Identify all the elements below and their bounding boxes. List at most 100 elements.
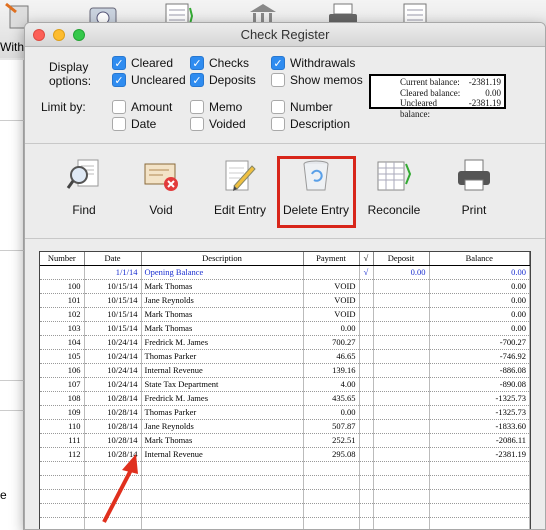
table-row[interactable]: 101 10/15/14 Jane Reynolds VOID 0.00 — [40, 293, 530, 308]
cell-cleared — [359, 447, 374, 462]
table-row[interactable]: 105 10/24/14 Thomas Parker 46.65 -746.92 — [40, 349, 530, 364]
column-date[interactable]: Date — [84, 252, 142, 266]
cell-deposit — [373, 447, 430, 462]
cell-cleared — [359, 363, 374, 378]
cell-payment: VOID — [303, 293, 360, 308]
cell-balance: 0.00 — [429, 293, 530, 308]
checkbox-withdrawals[interactable]: ✓ Withdrawals — [271, 56, 355, 70]
cell-number: 104 — [40, 335, 85, 350]
table-row[interactable]: 110 10/28/14 Jane Reynolds 507.87 -1833.60 — [40, 419, 530, 434]
cell-cleared — [359, 279, 374, 294]
cell-description: Fredrick M. James — [141, 335, 304, 350]
ledger-header: Number Date Description Payment √ Deposi… — [40, 252, 530, 266]
cell-deposit — [373, 489, 430, 504]
cell-date: 1/1/14 — [84, 265, 142, 280]
cell-number: 101 — [40, 293, 85, 308]
cell-number: 107 — [40, 377, 85, 392]
column-description[interactable]: Description — [141, 252, 304, 266]
cell-cleared — [359, 503, 374, 518]
cell-description: State Tax Department — [141, 377, 304, 392]
current-balance-label: Current balance: — [400, 77, 460, 87]
background-bottom-label: e — [0, 488, 7, 502]
cell-number — [40, 517, 85, 529]
cell-balance — [429, 489, 530, 504]
table-row[interactable]: 1/1/14 Opening Balance √ 0.00 0.00 — [40, 265, 530, 280]
table-row[interactable]: 108 10/28/14 Fredrick M. James 435.65 -1325.… — [40, 391, 530, 406]
checkbox-amount[interactable]: Amount — [112, 100, 172, 114]
cell-cleared — [359, 391, 374, 406]
edit-entry-button[interactable]: Edit Entry — [205, 158, 275, 226]
cell-payment — [303, 517, 360, 529]
display-options-label: Display options: — [49, 60, 92, 88]
void-button[interactable]: Void — [126, 158, 196, 226]
cell-balance: -2381.19 — [429, 447, 530, 462]
red-arrow-annotation — [102, 454, 138, 523]
cell-date: 10/24/14 — [84, 335, 142, 350]
cell-description — [141, 461, 304, 476]
column-payment[interactable]: Payment — [303, 252, 360, 266]
checkbox-memo[interactable]: Memo — [190, 100, 242, 114]
cell-cleared — [359, 377, 374, 392]
cell-payment: 507.87 — [303, 419, 360, 434]
cell-deposit: 0.00 — [373, 265, 430, 280]
uncleared-balance-value: -2381.19 — [468, 98, 501, 108]
table-row[interactable]: 102 10/15/14 Mark Thomas VOID 0.00 — [40, 307, 530, 322]
cell-deposit — [373, 307, 430, 322]
printer-icon — [458, 159, 490, 191]
cell-date: 10/28/14 — [84, 391, 142, 406]
cell-number — [40, 461, 85, 476]
table-row[interactable]: 111 10/28/14 Mark Thomas 252.51 -2086.11 — [40, 433, 530, 448]
cell-payment: 0.00 — [303, 321, 360, 336]
checkbox-date[interactable]: Date — [112, 117, 156, 131]
cell-cleared — [359, 321, 374, 336]
cell-balance — [429, 461, 530, 476]
cell-payment — [303, 489, 360, 504]
find-button[interactable]: Find — [49, 158, 119, 226]
cell-description — [141, 475, 304, 490]
table-row[interactable]: 103 10/15/14 Mark Thomas 0.00 0.00 — [40, 321, 530, 336]
reconcile-button[interactable]: Reconcile — [359, 158, 429, 226]
cell-payment: 139.16 — [303, 363, 360, 378]
cell-description: Opening Balance — [141, 265, 304, 280]
checkbox-show-memos[interactable]: Show memos — [271, 73, 363, 87]
check-icon: ✓ — [271, 56, 285, 70]
cell-payment: 4.00 — [303, 377, 360, 392]
cell-cleared — [359, 293, 374, 308]
current-balance-value: -2381.19 — [468, 77, 501, 87]
cell-balance — [429, 475, 530, 490]
table-row[interactable]: 100 10/15/14 Mark Thomas VOID 0.00 — [40, 279, 530, 294]
cell-number: 108 — [40, 391, 85, 406]
cell-balance: -746.92 — [429, 349, 530, 364]
cell-deposit — [373, 475, 430, 490]
checkbox-description[interactable]: Description — [271, 117, 350, 131]
print-button[interactable]: Print — [439, 158, 509, 226]
checkbox-checks[interactable]: ✓ Checks — [190, 56, 249, 70]
column-deposit[interactable]: Deposit — [373, 252, 430, 266]
table-row[interactable]: 106 10/24/14 Internal Revenue 139.16 -886.08 — [40, 363, 530, 378]
cell-cleared — [359, 419, 374, 434]
table-row[interactable]: 104 10/24/14 Fredrick M. James 700.27 -700.2… — [40, 335, 530, 350]
cell-deposit — [373, 279, 430, 294]
cell-payment: 46.65 — [303, 349, 360, 364]
cell-number: 100 — [40, 279, 85, 294]
cell-date: 10/28/14 — [84, 433, 142, 448]
cell-date: 10/15/14 — [84, 307, 142, 322]
cell-balance: -700.27 — [429, 335, 530, 350]
column-number[interactable]: Number — [40, 252, 85, 266]
column-balance[interactable]: Balance — [429, 252, 530, 266]
table-row[interactable]: 109 10/28/14 Thomas Parker 0.00 -1325.73 — [40, 405, 530, 420]
checkbox-number[interactable]: Number — [271, 100, 333, 114]
table-row[interactable]: 107 10/24/14 State Tax Department 4.00 -890.… — [40, 377, 530, 392]
limit-by-label: Limit by: — [41, 100, 86, 114]
checkbox-uncleared[interactable]: ✓ Uncleared — [112, 73, 186, 87]
cell-deposit — [373, 503, 430, 518]
cell-cleared — [359, 461, 374, 476]
title-bar[interactable]: Check Register — [25, 23, 545, 47]
cell-deposit — [373, 405, 430, 420]
checkbox-cleared[interactable]: ✓ Cleared — [112, 56, 173, 70]
checkbox-deposits[interactable]: ✓ Deposits — [190, 73, 256, 87]
column-cleared[interactable]: √ — [359, 252, 374, 266]
cell-balance: 0.00 — [429, 321, 530, 336]
cell-date: 10/15/14 — [84, 293, 142, 308]
checkbox-voided[interactable]: Voided — [190, 117, 246, 131]
